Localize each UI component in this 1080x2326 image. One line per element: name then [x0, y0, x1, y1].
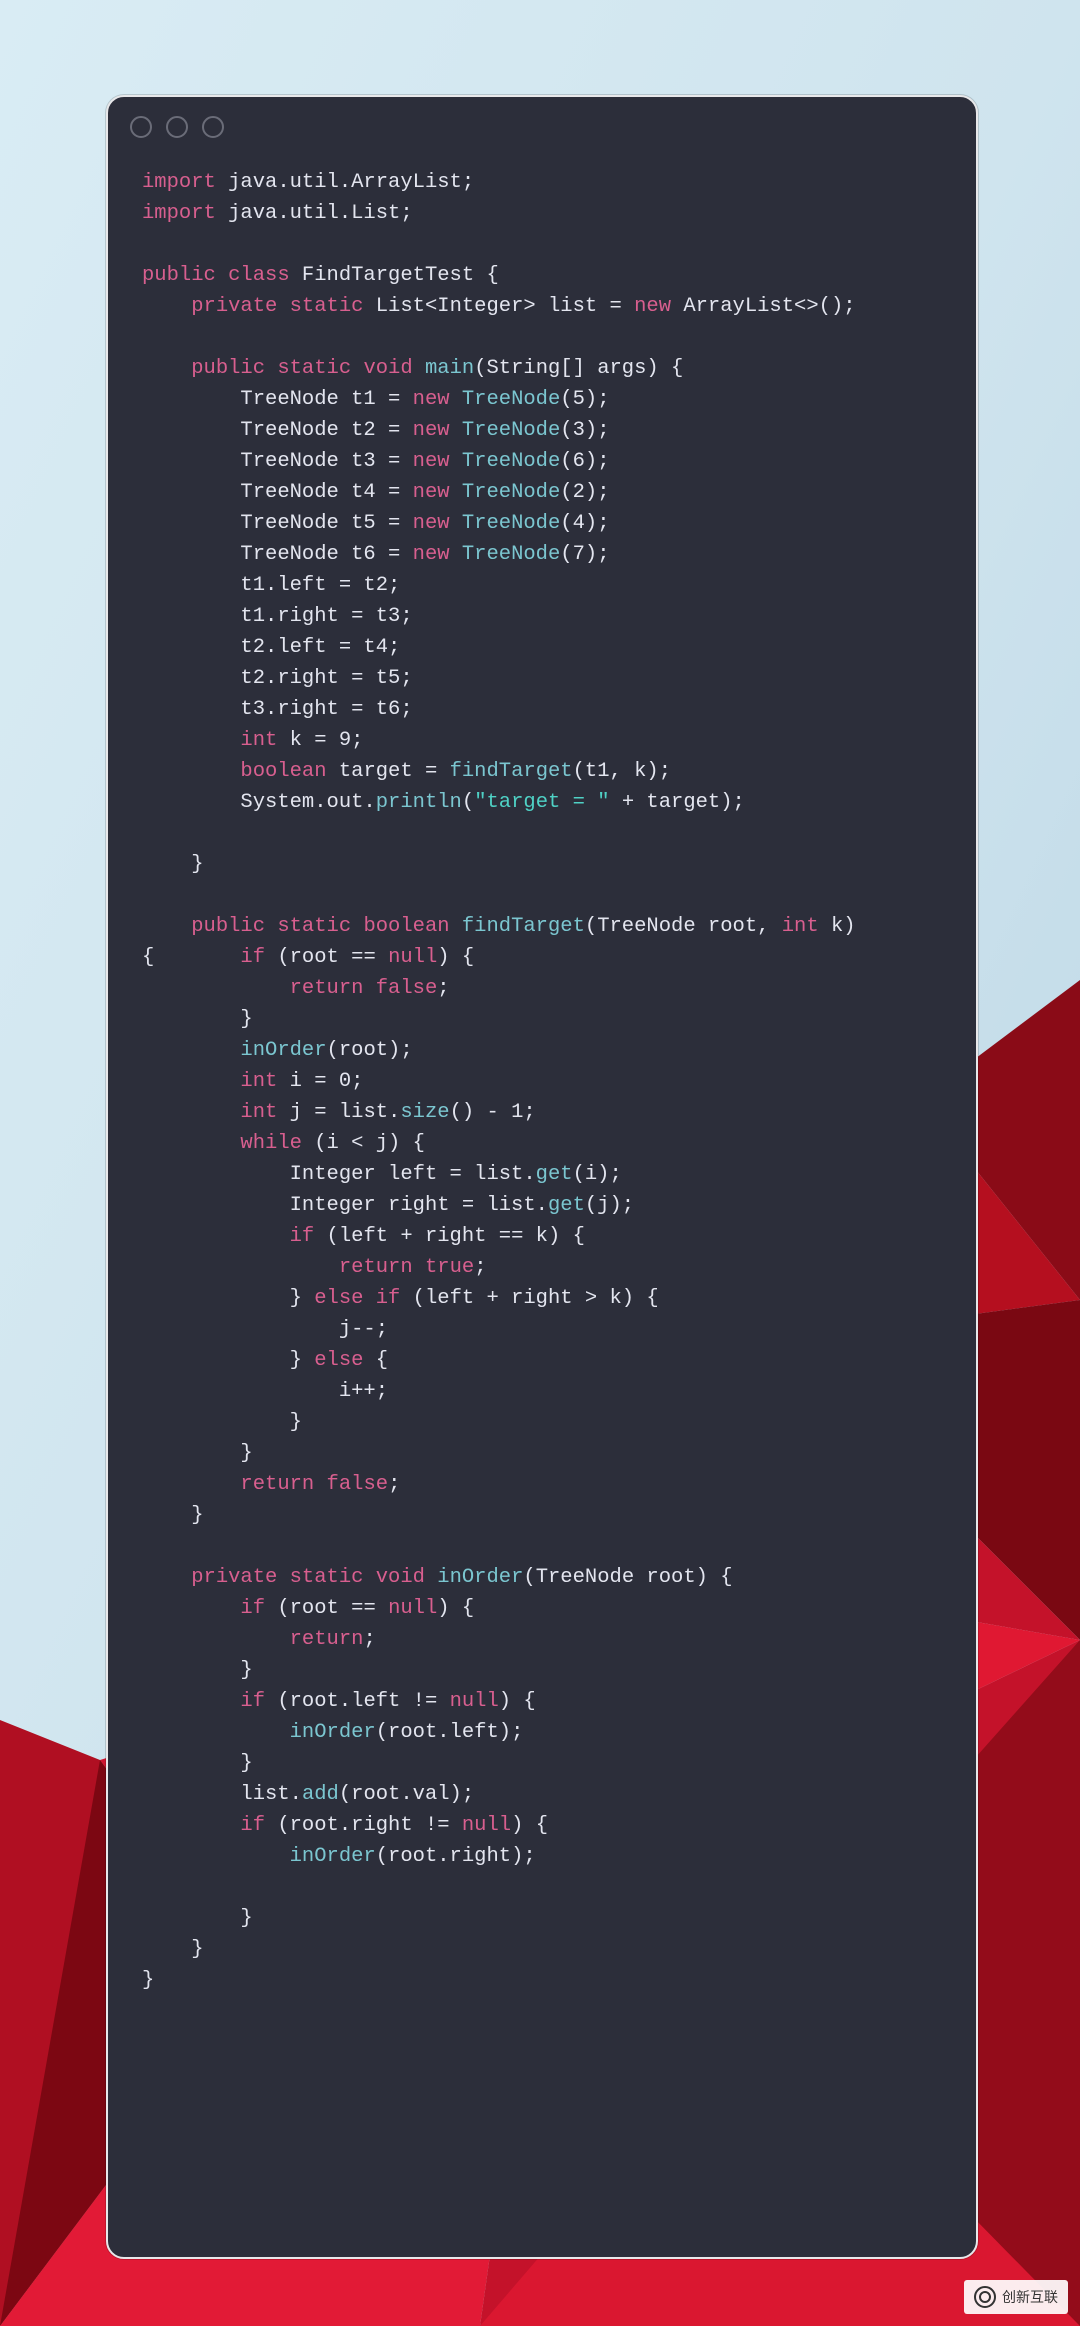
watermark-text: 创新互联 [1002, 2289, 1058, 2306]
window-titlebar [108, 97, 976, 157]
code-window: import java.util.ArrayList; import java.… [106, 95, 978, 2259]
watermark-badge: 创新互联 [964, 2280, 1068, 2314]
code-content: import java.util.ArrayList; import java.… [108, 157, 976, 2026]
zoom-dot-icon[interactable] [202, 116, 224, 138]
watermark-logo-icon [974, 2286, 996, 2308]
close-dot-icon[interactable] [130, 116, 152, 138]
minimize-dot-icon[interactable] [166, 116, 188, 138]
